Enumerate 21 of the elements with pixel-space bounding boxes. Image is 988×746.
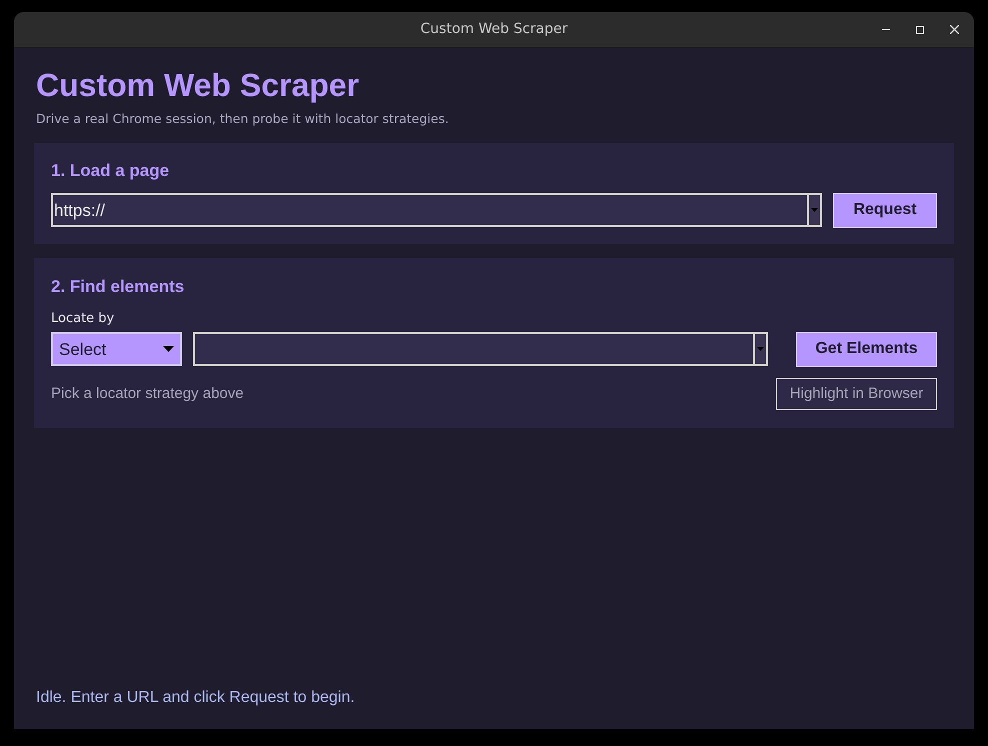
close-icon	[950, 25, 958, 34]
caret-icon	[163, 346, 174, 352]
caret-icon	[811, 208, 818, 212]
section-heading: 2. Find elements	[51, 276, 186, 297]
app-subtitle: Drive a real Chrome session, then probe it with locator strategies.	[36, 110, 450, 128]
app-title: Custom Web Scraper	[36, 66, 360, 104]
strategy-select[interactable]: Select	[51, 332, 182, 366]
caret-icon	[757, 347, 764, 352]
url-field[interactable]: https://	[51, 193, 822, 228]
locate-by-label: Locate by	[51, 310, 116, 327]
status-text: Idle. Enter a URL and click Request to begin.	[36, 688, 356, 708]
section-heading: 1. Load a page	[51, 160, 170, 181]
maximize-icon	[916, 26, 924, 34]
window-title: Custom Web Scraper	[420, 20, 568, 39]
hint-text: Pick a locator strategy above	[51, 384, 244, 404]
query-field[interactable]	[193, 332, 768, 366]
dropdown-button[interactable]	[807, 195, 820, 226]
request-button[interactable]: Request	[833, 192, 937, 228]
get-elements-button[interactable]: Get Elements	[796, 332, 937, 367]
dropdown-button[interactable]	[753, 334, 766, 364]
minimize-icon	[882, 29, 890, 30]
